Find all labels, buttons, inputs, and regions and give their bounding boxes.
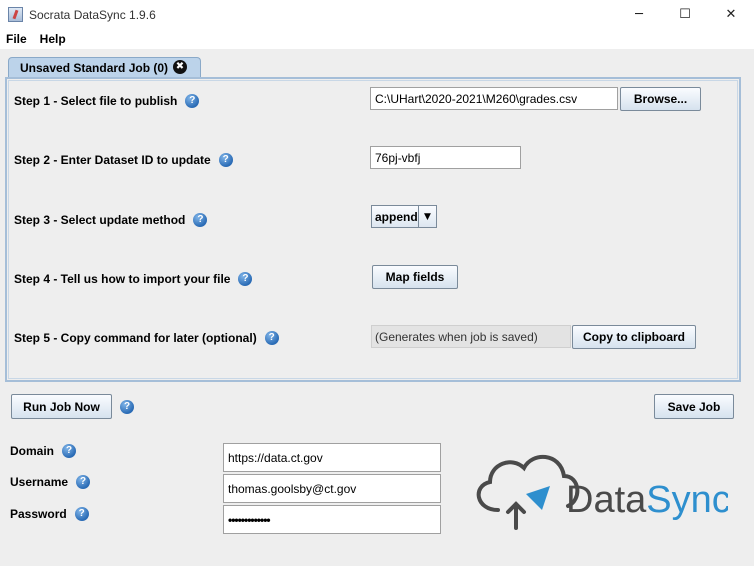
menu-file[interactable]: File xyxy=(6,32,27,46)
title-bar: Socrata DataSync 1.9.6 ─ ☐ ✕ xyxy=(0,0,754,29)
step4-help-icon[interactable]: ? xyxy=(238,272,253,286)
menu-bar: File Help xyxy=(0,29,754,49)
step1-row: Step 1 - Select file to publish ? xyxy=(14,94,200,108)
step2-row: Step 2 - Enter Dataset ID to update ? xyxy=(14,153,233,167)
cloud-arrow-accent xyxy=(526,486,550,510)
step5-row: Step 5 - Copy command for later (optiona… xyxy=(14,331,279,345)
logo-text-sync: Sync xyxy=(646,479,728,521)
step2-label: Step 2 - Enter Dataset ID to update xyxy=(14,153,211,167)
logo-text-data: Data xyxy=(566,479,647,521)
save-job-button[interactable]: Save Job xyxy=(654,394,734,419)
step5-help-icon[interactable]: ? xyxy=(264,331,279,345)
password-row: Password ? xyxy=(10,507,89,521)
minimize-button[interactable]: ─ xyxy=(616,0,662,29)
file-path-input[interactable]: C:\UHart\2020-2021\M260\grades.csv xyxy=(370,87,618,110)
close-window-button[interactable]: ✕ xyxy=(708,0,754,29)
run-job-now-button[interactable]: Run Job Now xyxy=(11,394,112,419)
domain-label: Domain xyxy=(10,444,55,458)
step4-row: Step 4 - Tell us how to import your file… xyxy=(14,272,253,286)
step2-help-icon[interactable]: ? xyxy=(218,153,233,167)
domain-help-icon[interactable]: ? xyxy=(62,444,77,458)
step3-row: Step 3 - Select update method ? xyxy=(14,213,208,227)
menu-help[interactable]: Help xyxy=(40,32,66,46)
password-label: Password xyxy=(10,507,67,521)
browse-button[interactable]: Browse... xyxy=(620,87,701,111)
datasync-logo: DataSync xyxy=(476,454,728,530)
step1-label: Step 1 - Select file to publish xyxy=(14,94,178,108)
cloud-upload-icon xyxy=(476,454,580,530)
update-method-select[interactable]: append ▼ xyxy=(371,205,437,228)
step1-help-icon[interactable]: ? xyxy=(185,94,200,108)
map-fields-button[interactable]: Map fields xyxy=(372,265,458,289)
username-help-icon[interactable]: ? xyxy=(76,475,91,489)
tab-unsaved-standard-job[interactable]: Unsaved Standard Job (0) ✖ xyxy=(8,57,201,78)
run-job-help-icon[interactable]: ? xyxy=(120,400,134,414)
copy-to-clipboard-button[interactable]: Copy to clipboard xyxy=(572,325,696,349)
window-title: Socrata DataSync 1.9.6 xyxy=(29,8,156,22)
generated-command-field: (Generates when job is saved) xyxy=(371,325,571,348)
step3-help-icon[interactable]: ? xyxy=(193,213,208,227)
domain-input[interactable]: https://data.ct.gov xyxy=(223,443,441,472)
maximize-button[interactable]: ☐ xyxy=(662,0,708,29)
step3-label: Step 3 - Select update method xyxy=(14,213,186,227)
username-row: Username ? xyxy=(10,475,91,489)
step4-label: Step 4 - Tell us how to import your file xyxy=(14,272,231,286)
domain-row: Domain ? xyxy=(10,444,77,458)
tab-label: Unsaved Standard Job (0) xyxy=(20,61,169,75)
password-help-icon[interactable]: ? xyxy=(74,507,89,521)
tab-close-icon[interactable]: ✖ xyxy=(173,60,187,74)
dataset-id-input[interactable]: 76pj-vbfj xyxy=(370,146,521,169)
password-input[interactable]: ••••••••••••• xyxy=(223,505,441,534)
dropdown-arrow-icon[interactable]: ▼ xyxy=(418,206,436,227)
username-label: Username xyxy=(10,475,69,489)
update-method-value: append xyxy=(375,209,418,224)
step5-label: Step 5 - Copy command for later (optiona… xyxy=(14,331,257,345)
username-input[interactable]: thomas.goolsby@ct.gov xyxy=(223,474,441,503)
logo-wordmark: DataSync xyxy=(566,479,728,521)
java-app-icon xyxy=(8,7,23,22)
